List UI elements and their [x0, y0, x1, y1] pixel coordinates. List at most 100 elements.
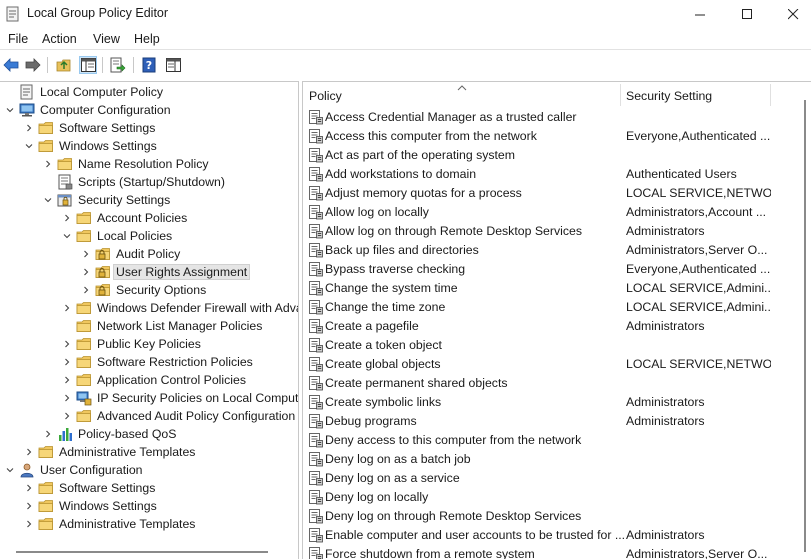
- tree-node-label[interactable]: Network List Manager Policies: [95, 319, 264, 333]
- collapse-chevron-icon[interactable]: [4, 461, 16, 479]
- policy-row[interactable]: Adjust memory quotas for a process LOCAL …: [303, 184, 773, 203]
- minimize-button[interactable]: [677, 0, 723, 28]
- tree-node-label[interactable]: Administrative Templates: [57, 445, 197, 459]
- policy-row[interactable]: Change the system time LOCAL SERVICE,Admi…: [303, 279, 773, 298]
- policy-row[interactable]: Deny access to this computer from the ne…: [303, 431, 773, 450]
- menu-help[interactable]: Help: [134, 32, 160, 46]
- tree-node-label[interactable]: Application Control Policies: [95, 373, 248, 387]
- tree-node-label[interactable]: User Rights Assignment: [112, 264, 251, 280]
- policy-row[interactable]: Access Credential Manager as a trusted c…: [303, 108, 773, 127]
- policy-row[interactable]: Create global objects LOCAL SERVICE,NETWO…: [303, 355, 773, 374]
- tree-node-label[interactable]: Security Options: [114, 283, 208, 297]
- tree-node-administrative-templates[interactable]: Administrative Templates: [0, 443, 298, 461]
- policy-row[interactable]: Bypass traverse checking Everyone,Authent…: [303, 260, 773, 279]
- tree-node-label[interactable]: Local Computer Policy: [38, 85, 165, 99]
- tree-node-label[interactable]: Audit Policy: [114, 247, 182, 261]
- expand-chevron-icon[interactable]: [80, 263, 92, 281]
- policy-row[interactable]: Deny log on as a batch job: [303, 450, 773, 469]
- policy-row[interactable]: Create a pagefile Administrators: [303, 317, 773, 336]
- tree-node-label[interactable]: Local Policies: [95, 229, 174, 243]
- tree-node-label[interactable]: Account Policies: [95, 211, 189, 225]
- tree-node-audit-policy[interactable]: Audit Policy: [0, 245, 298, 263]
- policy-row[interactable]: Change the time zone LOCAL SERVICE,Admini…: [303, 298, 773, 317]
- tree-node-scripts-startup-shutdown[interactable]: Scripts (Startup/Shutdown): [0, 173, 298, 191]
- tree-node-user-configuration[interactable]: User Configuration: [0, 461, 298, 479]
- tree-node-software-settings[interactable]: Software Settings: [0, 479, 298, 497]
- tree-node-label[interactable]: Policy-based QoS: [76, 427, 178, 441]
- menu-action[interactable]: Action: [42, 32, 77, 46]
- tree-node-local-policies[interactable]: Local Policies: [0, 227, 298, 245]
- tree-node-network-list-manager-policies[interactable]: Network List Manager Policies: [0, 317, 298, 335]
- policy-row[interactable]: Add workstations to domain Authenticated …: [303, 165, 773, 184]
- tree-node-policy-based-qos[interactable]: Policy-based QoS: [0, 425, 298, 443]
- forward-button[interactable]: [24, 56, 42, 74]
- tree-node-label[interactable]: Software Settings: [57, 121, 157, 135]
- tree-node-security-settings[interactable]: Security Settings: [0, 191, 298, 209]
- policy-row[interactable]: Allow log on locally Administrators,Accou…: [303, 203, 773, 222]
- tree-node-windows-settings[interactable]: Windows Settings: [0, 497, 298, 515]
- help-button[interactable]: ?: [140, 56, 158, 74]
- details-pane[interactable]: Policy Security Setting Access Credentia…: [302, 81, 811, 559]
- tree-node-advanced-audit-policy-configuration[interactable]: Advanced Audit Policy Configuration: [0, 407, 298, 425]
- menu-file[interactable]: File: [8, 32, 28, 46]
- tree-node-label[interactable]: Software Restriction Policies: [95, 355, 255, 369]
- back-button[interactable]: [2, 56, 20, 74]
- expand-chevron-icon[interactable]: [42, 425, 54, 443]
- expand-chevron-icon[interactable]: [61, 389, 73, 407]
- tree-node-label[interactable]: Windows Settings: [57, 139, 159, 153]
- expand-chevron-icon[interactable]: [23, 497, 35, 515]
- policy-row[interactable]: Create a token object: [303, 336, 773, 355]
- tree-node-label[interactable]: User Configuration: [38, 463, 145, 477]
- expand-chevron-icon[interactable]: [23, 515, 35, 533]
- tree-node-computer-configuration[interactable]: Computer Configuration: [0, 101, 298, 119]
- tree-node-security-options[interactable]: Security Options: [0, 281, 298, 299]
- collapse-chevron-icon[interactable]: [23, 137, 35, 155]
- export-list-button[interactable]: [109, 56, 127, 74]
- expand-chevron-icon[interactable]: [80, 281, 92, 299]
- tree-node-administrative-templates[interactable]: Administrative Templates: [0, 515, 298, 533]
- policy-row[interactable]: Allow log on through Remote Desktop Serv…: [303, 222, 773, 241]
- tree-node-software-settings[interactable]: Software Settings: [0, 119, 298, 137]
- column-header-policy[interactable]: Policy: [309, 82, 619, 108]
- expand-chevron-icon[interactable]: [61, 353, 73, 371]
- column-divider[interactable]: [620, 84, 621, 106]
- policy-row[interactable]: Create symbolic links Administrators: [303, 393, 773, 412]
- tree-node-windows-defender-firewall-with-adva[interactable]: Windows Defender Firewall with Adva: [0, 299, 298, 317]
- tree-node-label[interactable]: Windows Defender Firewall with Adva: [95, 301, 298, 315]
- tree-node-software-restriction-policies[interactable]: Software Restriction Policies: [0, 353, 298, 371]
- tree-node-label[interactable]: IP Security Policies on Local Compute: [95, 391, 298, 405]
- tree-node-label[interactable]: Public Key Policies: [95, 337, 203, 351]
- tree-horizontal-scrollbar[interactable]: [16, 551, 268, 553]
- tree-node-label[interactable]: Computer Configuration: [38, 103, 173, 117]
- policy-row[interactable]: Back up files and directories Administrat…: [303, 241, 773, 260]
- properties-pane-button[interactable]: [164, 56, 182, 74]
- expand-chevron-icon[interactable]: [61, 407, 73, 425]
- tree-node-label[interactable]: Advanced Audit Policy Configuration: [95, 409, 297, 423]
- tree-node-public-key-policies[interactable]: Public Key Policies: [0, 335, 298, 353]
- close-button[interactable]: [770, 0, 811, 28]
- tree-node-label[interactable]: Software Settings: [57, 481, 157, 495]
- column-header-security-setting[interactable]: Security Setting: [626, 82, 766, 108]
- tree-node-ip-security-policies-on-local-compute[interactable]: IP Security Policies on Local Compute: [0, 389, 298, 407]
- show-hide-tree-button[interactable]: [79, 56, 97, 74]
- column-divider[interactable]: [770, 84, 771, 106]
- policy-row[interactable]: Create permanent shared objects: [303, 374, 773, 393]
- maximize-button[interactable]: [724, 0, 770, 28]
- console-tree[interactable]: Local Computer Policy Computer Configurat…: [0, 81, 299, 559]
- list-vertical-scrollbar[interactable]: [804, 100, 806, 552]
- expand-chevron-icon[interactable]: [23, 443, 35, 461]
- collapse-chevron-icon[interactable]: [61, 227, 73, 245]
- policy-row[interactable]: Debug programs Administrators: [303, 412, 773, 431]
- policy-row[interactable]: Enable computer and user accounts to be …: [303, 526, 773, 545]
- expand-chevron-icon[interactable]: [61, 335, 73, 353]
- tree-node-windows-settings[interactable]: Windows Settings: [0, 137, 298, 155]
- policy-row[interactable]: Deny log on through Remote Desktop Servi…: [303, 507, 773, 526]
- tree-node-user-rights-assignment[interactable]: User Rights Assignment: [0, 263, 298, 281]
- tree-node-label[interactable]: Administrative Templates: [57, 517, 197, 531]
- policy-row[interactable]: Deny log on locally: [303, 488, 773, 507]
- policy-row[interactable]: Act as part of the operating system: [303, 146, 773, 165]
- policy-row[interactable]: Force shutdown from a remote system Admin…: [303, 545, 773, 559]
- collapse-chevron-icon[interactable]: [42, 191, 54, 209]
- policy-row[interactable]: Deny log on as a service: [303, 469, 773, 488]
- expand-chevron-icon[interactable]: [80, 245, 92, 263]
